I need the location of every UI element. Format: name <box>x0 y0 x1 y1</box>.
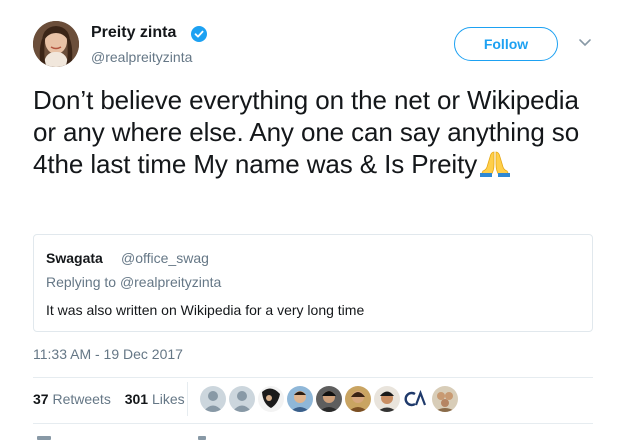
retweets-stat[interactable]: 37 Retweets <box>33 391 111 407</box>
chevron-down-icon[interactable] <box>578 38 592 48</box>
tweet-stats: 37 Retweets 301 Likes <box>33 391 195 407</box>
retweets-label: Retweets <box>48 391 111 407</box>
quoted-author-handle: @office_swag <box>121 250 209 266</box>
user-avatar-icon[interactable] <box>374 386 400 412</box>
retweets-count: 37 <box>33 391 49 407</box>
quoted-tweet-text: It was also written on Wikipedia for a v… <box>46 302 365 318</box>
likes-stat[interactable]: 301 Likes <box>125 391 185 407</box>
replying-prefix: Replying to <box>46 274 120 290</box>
user-avatar-icon[interactable] <box>432 386 458 412</box>
user-avatar-icon[interactable] <box>345 386 371 412</box>
quoted-author-name: Swagata <box>46 250 103 266</box>
pray-icon <box>480 151 511 177</box>
ca-logo-icon[interactable] <box>403 386 429 412</box>
quoted-replying-to: Replying to @realpreityzinta <box>46 274 221 290</box>
default-avatar-icon[interactable] <box>229 386 255 412</box>
default-avatar-icon[interactable] <box>200 386 226 412</box>
divider <box>33 377 593 378</box>
replying-to-link[interactable]: @realpreityzinta <box>120 274 221 290</box>
tweet-timestamp[interactable]: 11:33 AM - 19 Dec 2017 <box>33 346 183 362</box>
like-icon[interactable] <box>198 436 206 440</box>
verified-badge-icon <box>191 26 207 42</box>
follow-button[interactable]: Follow <box>454 27 558 61</box>
author-handle[interactable]: @realpreityzinta <box>91 49 192 65</box>
user-avatar-icon[interactable] <box>316 386 342 412</box>
user-avatar-icon[interactable] <box>258 386 284 412</box>
author-avatar[interactable] <box>33 21 79 67</box>
author-display-name[interactable]: Preity zinta <box>91 24 176 42</box>
reply-icon[interactable] <box>37 436 51 440</box>
tweet-text: Don’t believe everything on the net or W… <box>33 84 603 180</box>
likes-label: Likes <box>148 391 185 407</box>
stats-separator <box>187 382 188 416</box>
tweet: Preity zinta @realpreityzinta Follow Don… <box>0 0 621 440</box>
user-avatar-icon[interactable] <box>287 386 313 412</box>
divider <box>33 423 593 424</box>
likes-count: 301 <box>124 391 149 407</box>
quoted-tweet-card[interactable]: Swagata @office_swag Replying to @realpr… <box>33 234 593 332</box>
